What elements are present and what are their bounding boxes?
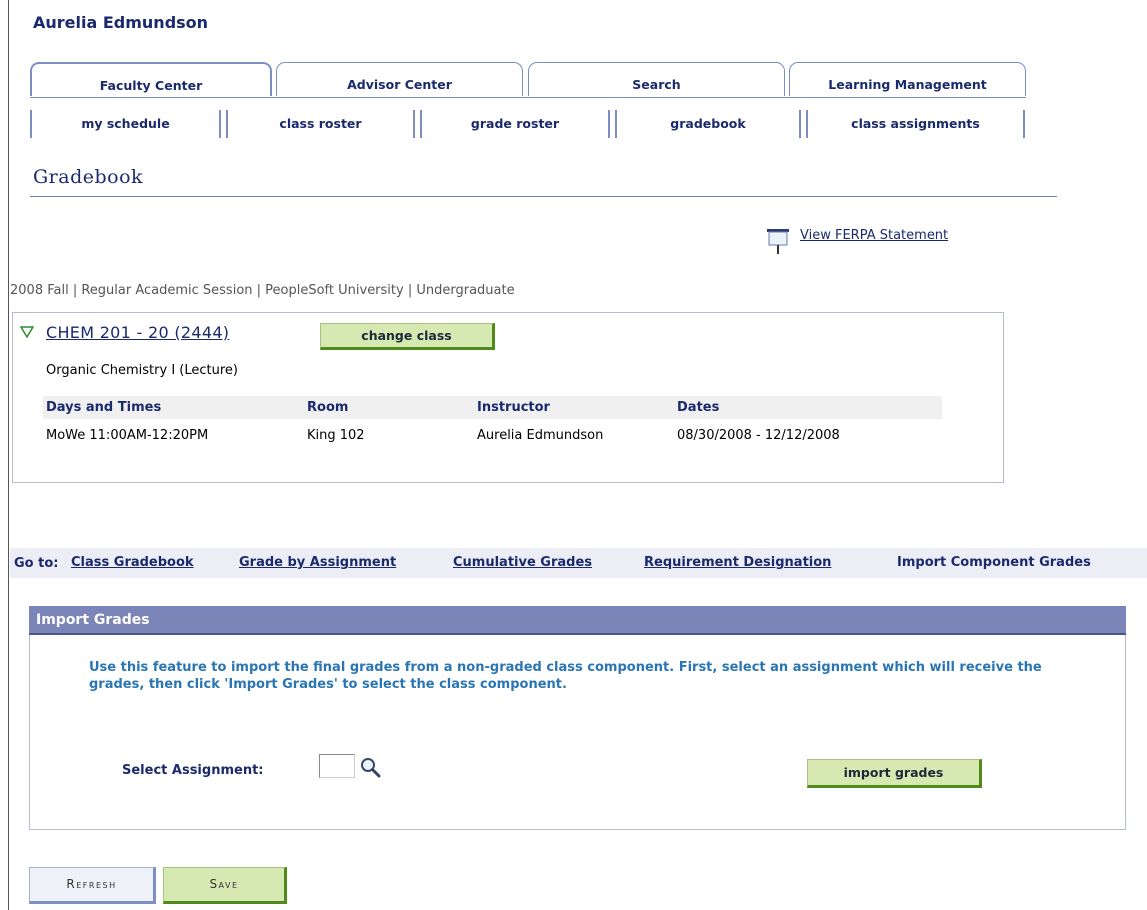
view-ferpa-link[interactable]: View FERPA Statement [800,228,948,243]
subtab-grade-roster[interactable]: grade roster [420,110,610,138]
tab-learning-management[interactable]: Learning Management [789,62,1026,96]
cell-room: King 102 [307,428,365,443]
refresh-button[interactable]: Refresh [29,867,156,904]
tab-advisor-center[interactable]: Advisor Center [276,62,523,96]
class-link[interactable]: CHEM 201 - 20 (2444) [46,323,229,342]
column-instructor: Instructor [477,400,550,415]
import-grades-title: Import Grades [36,612,150,628]
change-class-button[interactable]: change class [320,323,495,350]
session-info: 2008 Fall | Regular Academic Session | P… [10,283,515,298]
tab-search[interactable]: Search [528,62,785,96]
goto-label: Go to: [14,556,59,571]
cell-instructor: Aurelia Edmundson [477,428,604,443]
import-grades-button[interactable]: import grades [807,759,982,788]
tab-divider [30,97,1026,98]
goto-requirement-designation[interactable]: Requirement Designation [644,555,831,570]
subtab-class-assignments[interactable]: class assignments [806,110,1025,138]
subtab-class-roster[interactable]: class roster [226,110,415,138]
goto-class-gradebook[interactable]: Class Gradebook [71,555,194,570]
save-button[interactable]: Save [163,867,287,904]
goto-grade-by-assignment[interactable]: Grade by Assignment [239,555,396,570]
import-grades-panel [29,606,1126,830]
import-instructions: Use this feature to import the final gra… [89,660,1042,692]
import-grades-header [29,606,1126,635]
collapse-triangle-icon[interactable] [20,326,34,338]
class-description: Organic Chemistry I (Lecture) [46,363,238,378]
goto-import-component-grades: Import Component Grades [897,555,1091,570]
column-room: Room [307,400,349,415]
goto-cumulative-grades[interactable]: Cumulative Grades [453,555,592,570]
lookup-magnifier-icon[interactable] [359,756,383,780]
select-assignment-input[interactable] [319,754,355,778]
cell-days-times: MoWe 11:00AM-12:20PM [46,428,209,443]
cell-dates: 08/30/2008 - 12/12/2008 [677,428,840,443]
select-assignment-label: Select Assignment: [122,763,264,778]
page-title: Gradebook [33,166,144,188]
subtab-my-schedule[interactable]: my schedule [30,110,221,138]
subtab-gradebook[interactable]: gradebook [615,110,801,138]
title-divider [30,196,1057,197]
column-dates: Dates [677,400,720,415]
projector-screen-icon[interactable] [765,226,791,256]
page-left-border [8,0,9,910]
tab-faculty-center[interactable]: Faculty Center [30,62,272,96]
column-days-times: Days and Times [46,400,162,415]
user-name: Aurelia Edmundson [33,13,209,32]
